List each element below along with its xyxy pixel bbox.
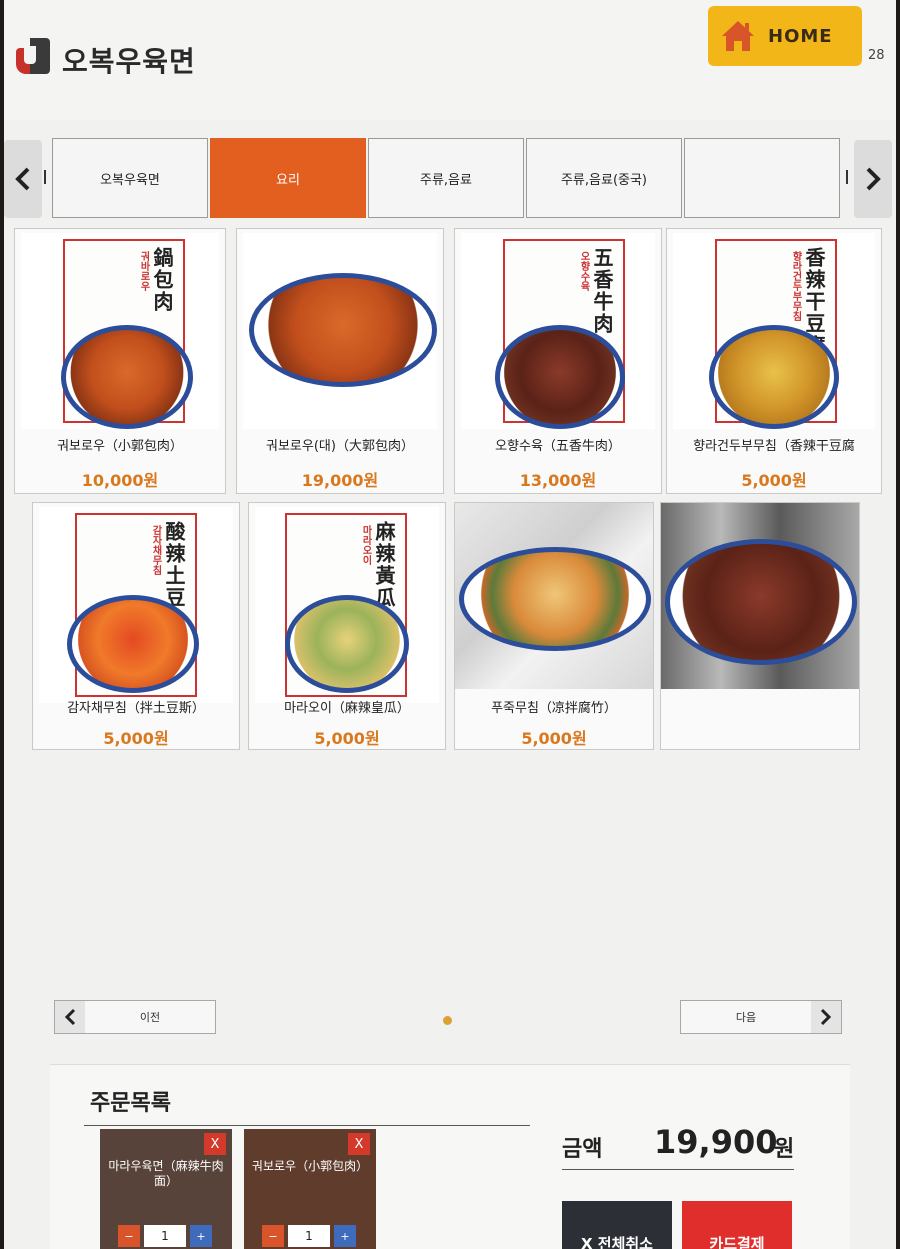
poster-chinese-title: 麻辣黃瓜 [372,521,396,609]
quantity-value: 1 [144,1225,186,1247]
remove-item-button[interactable]: X [204,1133,226,1155]
timeout-counter: 28 [868,48,885,63]
dish-photo: 五香牛肉 오향수육 [461,233,655,429]
category-tabs: 오복우육면 요리 주류,음료 주류,음료(중국) [52,138,842,218]
menu-item-price: 5,000원 [521,729,587,748]
dish-photo: 酸辣土豆絲 감자채무침 [39,507,233,703]
divider [846,170,848,184]
menu-item-name: 향라건두부무침（香辣干豆腐 [693,439,855,454]
menu-item-price: 5,000원 [103,729,169,748]
dish-photo [243,233,437,429]
quantity-stepper: − 1 + [118,1225,212,1247]
brand-logo-icon [16,38,50,74]
chevron-left-icon [15,167,30,191]
poster-korean-title: 궈바로우 [138,251,149,291]
menu-card[interactable]: 酸辣土豆絲 감자채무침 감자채무침（拌土豆斯） 5,000원 [32,502,240,750]
menu-item-price: 10,000원 [81,471,159,490]
quantity-stepper: − 1 + [262,1225,356,1247]
dish-plate-icon [495,325,625,429]
page-next-label: 다음 [735,1011,757,1024]
menu-item-name: 감자채무침（拌土豆斯） [67,701,205,716]
home-button[interactable]: HOME [708,6,862,66]
menu-item-price: 13,000원 [519,471,597,490]
menu-card[interactable]: 푸죽무침（凉拌腐竹） 5,000원 [454,502,654,750]
decrease-button[interactable]: − [118,1225,140,1247]
menu-card[interactable] [660,502,860,750]
chevron-left-icon [55,1001,85,1033]
dish-plate-icon [285,595,409,693]
card-payment-button[interactable]: 카드결제 [682,1201,792,1249]
poster-korean-title: 감자채무침 [150,525,161,575]
dish-photo [455,503,653,689]
order-item[interactable]: X 마라우육면（麻辣牛肉面） − 1 + [100,1129,232,1249]
decrease-button[interactable]: − [262,1225,284,1247]
brand-title: 오복우육면 [62,45,196,78]
poster-chinese-title: 五香牛肉 [590,247,614,335]
tab-obok-noodles[interactable]: 오복우육면 [52,138,208,218]
tab-empty[interactable] [684,138,840,218]
menu-item-price: 5,000원 [741,471,807,490]
order-item[interactable]: X 궈보로우（小郭包肉） − 1 + [244,1129,376,1249]
dish-plate-icon [249,273,437,387]
menu-card[interactable]: 궈보로우(대)（大郭包肉） 19,000원 [236,228,444,494]
menu-item-price: 5,000원 [314,729,380,748]
menu-card[interactable]: 香辣干豆腐絲 향라건두부무침 향라건두부무침（香辣干豆腐 5,000원 [666,228,882,494]
order-list-title: 주문목록 [90,1091,171,1116]
menu-item-name: 궈보로우(대)（大郭包肉） [266,439,414,454]
total-amount: 19,900 [654,1123,778,1161]
increase-button[interactable]: + [334,1225,356,1247]
poster-korean-title: 마라오이 [360,525,371,565]
increase-button[interactable]: + [190,1225,212,1247]
chevron-right-icon [866,167,881,191]
menu-item-name: 마라오이（麻辣皇瓜） [284,701,410,716]
cancel-all-button[interactable]: X 전체취소 [562,1201,672,1249]
page-next-button[interactable]: 다음 [680,1000,842,1034]
page-prev-button[interactable]: 이전 [54,1000,216,1034]
dish-plate-icon [709,325,839,429]
house-icon [722,21,754,51]
menu-card[interactable]: 鍋包肉 궈바로우 궈보로우（小郭包肉） 10,000원 [14,228,226,494]
order-panel: 주문목록 X 마라우육면（麻辣牛肉面） − 1 + X 궈보로우（小郭包肉） −… [50,1064,850,1249]
order-item-name: 궈보로우（小郭包肉） [251,1159,369,1173]
poster-chinese-title: 鍋包肉 [150,247,174,313]
tab-drinks[interactable]: 주류,음료 [368,138,524,218]
dish-photo: 鍋包肉 궈바로우 [21,233,219,429]
dish-photo [661,503,859,689]
menu-card[interactable]: 麻辣黃瓜 마라오이 마라오이（麻辣皇瓜） 5,000원 [248,502,446,750]
home-label: HOME [768,25,833,47]
tab-drinks-chinese[interactable]: 주류,음료(중국) [526,138,682,218]
dish-plate-icon [459,547,651,651]
divider [562,1169,794,1170]
menu-item-name: 궈보로우（小郭包肉） [57,439,183,454]
page-indicator-dot [443,1016,452,1025]
dish-photo: 香辣干豆腐絲 향라건두부무침 [673,233,875,429]
poster-korean-title: 오향수육 [578,251,589,291]
total-currency: 원 [774,1137,795,1162]
divider [44,170,46,184]
page-prev-label: 이전 [139,1011,161,1024]
dish-photo: 麻辣黃瓜 마라오이 [255,507,439,703]
tab-dishes[interactable]: 요리 [210,138,366,218]
menu-item-name: 오향수육（五香牛肉） [495,439,621,454]
total-label: 금액 [562,1137,603,1162]
kiosk-screen: 오복우육면 HOME 28 오복우육면 요리 주류,음료 주류,음료(중국) 鍋… [4,0,896,1249]
order-item-name: 마라우육면（麻辣牛肉面） [108,1159,224,1188]
quantity-value: 1 [288,1225,330,1247]
remove-item-button[interactable]: X [348,1133,370,1155]
menu-item-price: 19,000원 [301,471,379,490]
header: 오복우육면 HOME 28 [4,0,896,120]
menu-item-name: 푸죽무침（凉拌腐竹） [491,701,617,716]
dish-plate-icon [61,325,193,429]
menu-card[interactable]: 五香牛肉 오향수육 오향수육（五香牛肉） 13,000원 [454,228,662,494]
divider [84,1125,530,1126]
category-prev-button[interactable] [4,140,42,218]
dish-plate-icon [665,539,857,665]
dish-plate-icon [67,595,199,693]
poster-korean-title: 향라건두부무침 [790,251,801,321]
category-next-button[interactable] [854,140,892,218]
chevron-right-icon [811,1001,841,1033]
